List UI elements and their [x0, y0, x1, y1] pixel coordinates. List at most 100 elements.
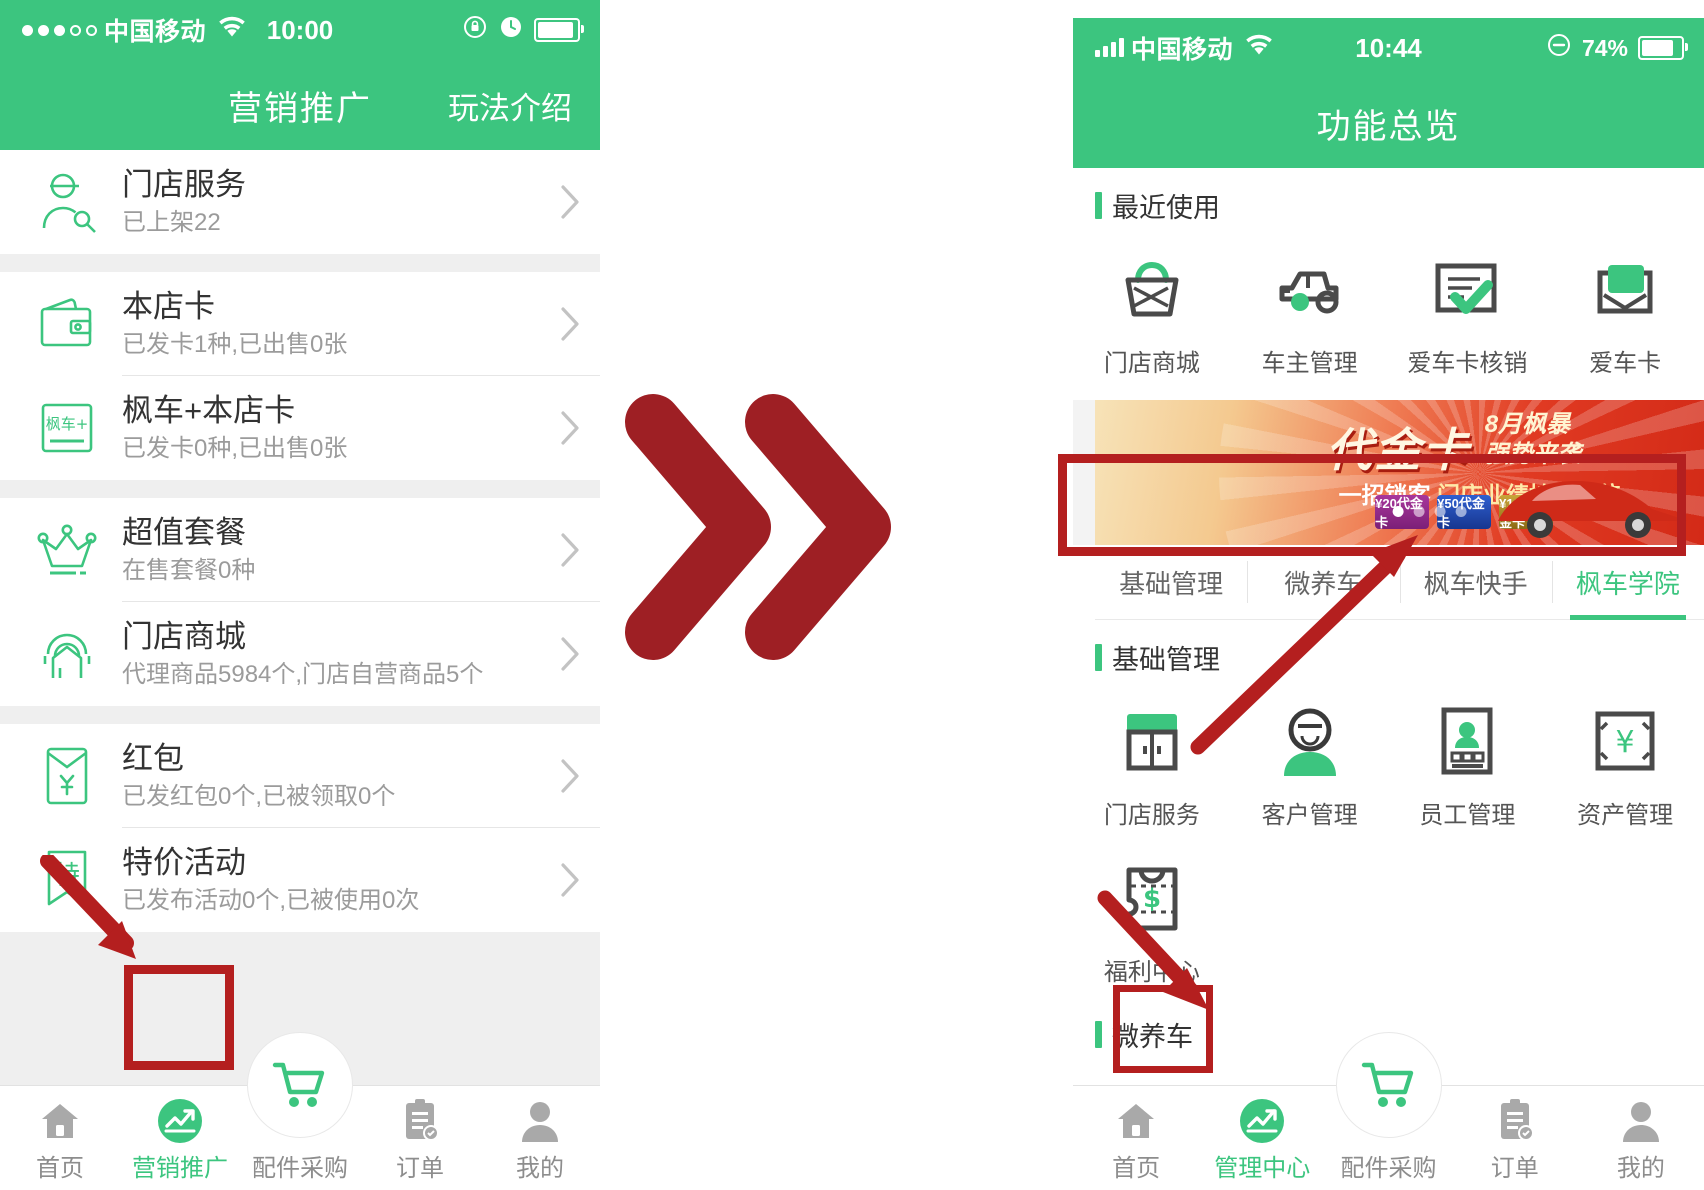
left-status-bar: 中国移动 10:00 — [0, 0, 600, 60]
battery-icon — [534, 18, 584, 42]
grid-item-label: 爱车卡 — [1589, 350, 1662, 377]
alarm-icon — [498, 14, 524, 47]
tab-parts-purchase[interactable]: 配件采购 — [1325, 1032, 1451, 1183]
crown-icon — [24, 520, 110, 580]
tab-marketing[interactable]: 营销推广 — [120, 1086, 240, 1183]
asset-yen-icon: ¥ — [1588, 699, 1662, 785]
car-owner-icon — [1270, 247, 1350, 333]
tab-orders[interactable]: 订单 — [360, 1086, 480, 1183]
grid-item[interactable]: 车主管理 — [1231, 231, 1389, 388]
list-item[interactable]: 门店商城 代理商品5984个,门店自营商品5个 — [0, 602, 600, 706]
red-envelope-icon — [24, 743, 110, 809]
list-item[interactable]: 枫车+ 枫车+本店卡 已发卡0种,已出售0张 — [0, 376, 600, 480]
list-item-text: 红包 已发红包0个,已被领取0个 — [110, 741, 540, 812]
section-title: 微养车 — [1112, 1022, 1193, 1052]
tab-fengche-xueyuan[interactable]: 枫车学院 — [1551, 545, 1704, 620]
list-item-subtitle: 已发红包0个,已被领取0个 — [122, 783, 396, 811]
grid-item-label: 员工管理 — [1419, 802, 1516, 829]
banner-title: 代金卡 — [1326, 424, 1471, 476]
cart-icon — [1335, 1032, 1442, 1138]
tab-label: 我的 — [516, 1155, 564, 1182]
list-item-text: 门店商城 代理商品5984个,门店自营商品5个 — [110, 619, 540, 690]
home-icon — [1114, 1098, 1158, 1144]
chevron-right-icon — [540, 532, 600, 568]
tab-label: 配件采购 — [1340, 1155, 1437, 1182]
grid-item[interactable]: ¥ 资产管理 — [1546, 683, 1704, 840]
tab-home[interactable]: 首页 — [1073, 1086, 1199, 1183]
banner-background: 代金卡 8月枫暴 强势来袭 一招锁客 门店业绩持续翻倍 ¥20代金卡 ¥50代金… — [1095, 400, 1704, 545]
list-item-text: 特价活动 已发布活动0个,已被使用0次 — [110, 845, 540, 916]
tab-label: 我的 — [1616, 1155, 1665, 1182]
list-item[interactable]: 超值套餐 在售套餐0种 — [0, 498, 600, 602]
cart-icon — [247, 1032, 353, 1138]
intro-button[interactable]: 玩法介绍 — [448, 83, 572, 128]
grid-item-label: 客户管理 — [1261, 802, 1358, 829]
tab-mine[interactable]: 我的 — [480, 1086, 600, 1183]
tab-label: 营销推广 — [132, 1155, 228, 1182]
promo-banner[interactable]: 代金卡 8月枫暴 强势来袭 一招锁客 门店业绩持续翻倍 ¥20代金卡 ¥50代金… — [1073, 400, 1704, 545]
annotation-arrow-left-tabbar — [40, 855, 136, 959]
annotation-arrow-right-tabbar — [1097, 890, 1209, 1010]
tab-management-center[interactable]: 管理中心 — [1199, 1086, 1325, 1183]
carrier-label: 中国移动 — [104, 18, 207, 46]
tab-orders[interactable]: 订单 — [1452, 1086, 1578, 1183]
list-group-2: 本店卡 已发卡1种,已出售0张 枫车+ 枫车+本店卡 已发卡0种,已出售0张 — [0, 272, 600, 480]
list-item-title: 门店服务 — [122, 166, 246, 202]
section-title: 最近使用 — [1112, 193, 1220, 223]
list-item-title: 本店卡 — [122, 288, 215, 324]
chevron-right-icon — [540, 184, 600, 220]
list-item[interactable]: 本店卡 已发卡1种,已出售0张 — [0, 272, 600, 376]
grid-item-label: 门店服务 — [1103, 802, 1200, 829]
order-clipboard-icon — [1494, 1098, 1536, 1144]
tab-label: 订单 — [396, 1155, 444, 1182]
list-item-subtitle: 在售套餐0种 — [122, 557, 256, 585]
battery-percent-label: 74% — [1581, 34, 1628, 61]
marketing-chart-icon — [1238, 1098, 1286, 1144]
list-item-title: 门店商城 — [122, 618, 246, 654]
list-item[interactable]: 门店服务 已上架22 — [0, 150, 600, 254]
tab-label: 配件采购 — [252, 1155, 348, 1182]
list-item-title: 枫车+本店卡 — [122, 392, 296, 428]
list-item-title: 特价活动 — [122, 844, 246, 880]
list-item-text: 门店服务 已上架22 — [110, 167, 540, 238]
list-item-text: 超值套餐 在售套餐0种 — [110, 515, 540, 586]
person-icon — [1620, 1098, 1662, 1144]
section-accent-bar — [1095, 644, 1102, 671]
rotation-lock-icon — [462, 14, 488, 47]
chevron-right-icon — [540, 306, 600, 342]
tab-mine[interactable]: 我的 — [1578, 1086, 1704, 1183]
home-icon — [38, 1098, 82, 1144]
signal-dots-icon — [22, 24, 97, 36]
left-navbar: 营销推广 玩法介绍 — [0, 60, 600, 150]
grid-item[interactable]: 门店商城 — [1073, 231, 1231, 388]
page-title: 营销推广 — [228, 89, 372, 128]
list-item-subtitle: 已发布活动0个,已被使用0次 — [122, 887, 420, 915]
list-item-subtitle: 已上架22 — [122, 209, 221, 237]
wifi-icon — [1244, 34, 1274, 63]
status-right-group: 74% — [1546, 32, 1704, 65]
list-item[interactable]: 红包 已发红包0个,已被领取0个 — [0, 724, 600, 828]
group-divider — [0, 480, 600, 498]
comparison-stage: 中国移动 10:00 营销推广 玩法介绍 门店服务 已上架22 本店卡 已发卡1… — [0, 0, 1704, 1190]
list-group-3: 超值套餐 在售套餐0种 门店商城 代理商品5984个,门店自营商品5个 — [0, 498, 600, 706]
right-navbar: 功能总览 — [1073, 78, 1704, 168]
grid-item[interactable]: 爱车卡核销 — [1389, 231, 1547, 388]
card-verify-icon — [1428, 247, 1506, 333]
love-car-card-icon — [1586, 247, 1664, 333]
chevron-right-icon — [540, 636, 600, 672]
list-group-1: 门店服务 已上架22 — [0, 150, 600, 254]
status-left-group: 中国移动 — [1073, 30, 1274, 66]
banner-car-illustration — [1498, 481, 1688, 538]
grid-item[interactable]: 爱车卡 — [1546, 231, 1704, 388]
fengche-card-icon: 枫车+ — [24, 399, 110, 457]
group-divider — [0, 706, 600, 724]
chevron-right-icon — [540, 758, 600, 794]
status-right-group — [462, 14, 600, 47]
tab-home[interactable]: 首页 — [0, 1086, 120, 1183]
banner-pagination-dots[interactable] — [1392, 506, 1467, 517]
tab-parts-purchase[interactable]: 配件采购 — [240, 1032, 360, 1183]
do-not-disturb-icon — [1546, 32, 1572, 65]
section-header-recent: 最近使用 — [1073, 168, 1704, 231]
left-phone-screen: 中国移动 10:00 营销推广 玩法介绍 门店服务 已上架22 本店卡 已发卡1… — [0, 0, 600, 1190]
right-bottom-tabbar: 首页 管理中心 配件采购 订单 我的 — [1073, 1032, 1704, 1190]
